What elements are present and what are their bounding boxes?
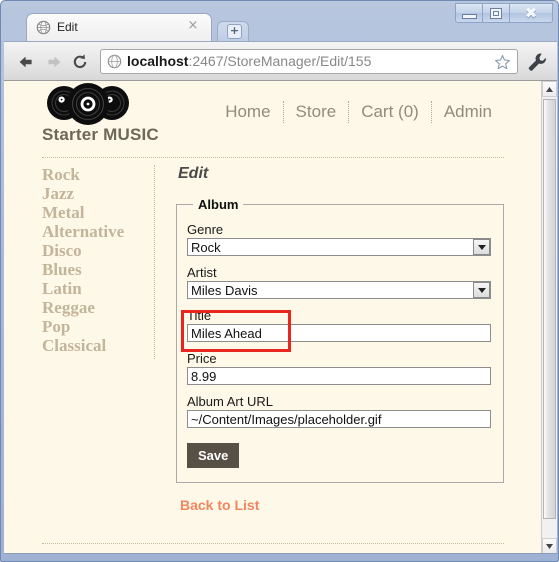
- forward-arrow-icon: [48, 56, 61, 68]
- back-to-list-link[interactable]: Back to List: [180, 497, 259, 513]
- sidebar-item-latin[interactable]: Latin: [42, 279, 152, 298]
- price-field: Price: [187, 351, 491, 385]
- reload-icon: [73, 54, 87, 69]
- back-arrow-icon: [19, 56, 32, 68]
- footer-divider: [42, 543, 504, 544]
- artist-select[interactable]: Miles Davis: [187, 281, 491, 299]
- chrome-menu-button[interactable]: [526, 51, 548, 73]
- genre-field: Genre Rock: [187, 222, 491, 256]
- minimize-icon: [461, 14, 477, 19]
- title-input[interactable]: [187, 324, 491, 342]
- site-header: Starter MUSIC Home Store Cart (0) Admin: [42, 83, 504, 155]
- album-art-url-label: Album Art URL: [187, 394, 273, 409]
- page-scrollbar[interactable]: [541, 81, 557, 553]
- tab-close-icon[interactable]: ×: [187, 19, 199, 32]
- browser-toolbar: localhost:2467/StoreManager/Edit/155: [4, 41, 557, 81]
- album-art-url-field: Album Art URL: [187, 394, 491, 428]
- url-host: localhost: [127, 53, 189, 69]
- plus-icon: +: [227, 24, 242, 39]
- genre-label: Genre: [187, 222, 224, 237]
- site-brand[interactable]: Starter MUSIC: [42, 125, 159, 145]
- sidebar-item-reggae[interactable]: Reggae: [42, 298, 152, 317]
- nav-link-cart[interactable]: Cart (0): [349, 102, 431, 122]
- tab-strip: ✖ Edit × +: [4, 1, 557, 41]
- sidebar-item-blues[interactable]: Blues: [42, 260, 152, 279]
- sidebar-item-disco[interactable]: Disco: [42, 241, 152, 260]
- title-field: Title: [187, 308, 491, 342]
- globe-icon: [36, 20, 51, 35]
- wrench-icon: [528, 53, 546, 71]
- close-icon: ✖: [524, 3, 538, 22]
- album-fieldset: Album Genre Rock Artist Miles Davis Titl…: [176, 197, 504, 483]
- page-title: Edit: [178, 165, 209, 182]
- page-viewport: Starter MUSIC Home Store Cart (0) Admin …: [4, 81, 557, 554]
- back-button[interactable]: [14, 50, 38, 74]
- price-input[interactable]: [187, 367, 491, 385]
- nav-link-admin[interactable]: Admin: [432, 102, 504, 122]
- nav-link-home[interactable]: Home: [213, 102, 282, 122]
- maximize-icon: [490, 7, 502, 19]
- sidebar-item-alternative[interactable]: Alternative: [42, 222, 152, 241]
- maximize-button[interactable]: [482, 3, 510, 23]
- sidebar-divider: [154, 165, 155, 359]
- price-label: Price: [187, 351, 217, 366]
- artist-label: Artist: [187, 265, 217, 280]
- page-globe-icon: [107, 54, 122, 69]
- sidebar-item-classical[interactable]: Classical: [42, 336, 152, 355]
- chevron-down-icon[interactable]: [473, 239, 490, 255]
- genre-select[interactable]: Rock: [187, 238, 491, 256]
- chevron-down-icon[interactable]: [473, 282, 490, 298]
- three-vinyl-records-icon[interactable]: [42, 83, 134, 125]
- top-navigation: Home Store Cart (0) Admin: [213, 101, 504, 123]
- genre-select-value: Rock: [187, 238, 491, 256]
- tab-title: Edit: [57, 20, 78, 34]
- album-art-url-input[interactable]: [187, 410, 491, 428]
- artist-field: Artist Miles Davis: [187, 265, 491, 299]
- title-label: Title: [187, 308, 212, 323]
- url-text[interactable]: localhost:2467/StoreManager/Edit/155: [127, 53, 371, 69]
- reload-button[interactable]: [68, 50, 92, 74]
- scrollbar-thumb[interactable]: [543, 99, 556, 519]
- bookmark-star-icon[interactable]: [494, 54, 511, 71]
- url-path: :2467/StoreManager/Edit/155: [188, 53, 372, 69]
- minimize-button[interactable]: [455, 3, 483, 23]
- genre-sidebar: Rock Jazz Metal Alternative Disco Blues …: [42, 165, 152, 355]
- browser-tab-edit[interactable]: Edit ×: [26, 13, 212, 41]
- web-page: Starter MUSIC Home Store Cart (0) Admin …: [4, 81, 541, 553]
- sidebar-item-rock[interactable]: Rock: [42, 165, 152, 184]
- caret-down-icon: [546, 543, 553, 549]
- new-tab-button[interactable]: +: [217, 21, 249, 41]
- artist-select-value: Miles Davis: [187, 281, 491, 299]
- sidebar-item-metal[interactable]: Metal: [42, 203, 152, 222]
- address-bar[interactable]: localhost:2467/StoreManager/Edit/155: [100, 49, 518, 74]
- browser-window: ✖ Edit × + localhost:2467/StoreManager/E…: [0, 0, 559, 562]
- sidebar-item-jazz[interactable]: Jazz: [42, 184, 152, 203]
- header-divider: [42, 157, 504, 158]
- main-content: Edit Album Genre Rock Artist Miles Davis…: [176, 165, 506, 515]
- save-button[interactable]: Save: [187, 443, 240, 468]
- close-button[interactable]: ✖: [509, 3, 553, 23]
- nav-link-store[interactable]: Store: [284, 102, 349, 122]
- sidebar-item-pop[interactable]: Pop: [42, 317, 152, 336]
- scroll-up-button[interactable]: [542, 81, 557, 97]
- forward-button[interactable]: [42, 50, 66, 74]
- album-legend: Album: [198, 197, 239, 212]
- scroll-down-button[interactable]: [542, 538, 557, 553]
- caret-up-icon: [546, 86, 553, 92]
- window-controls: ✖: [455, 3, 553, 24]
